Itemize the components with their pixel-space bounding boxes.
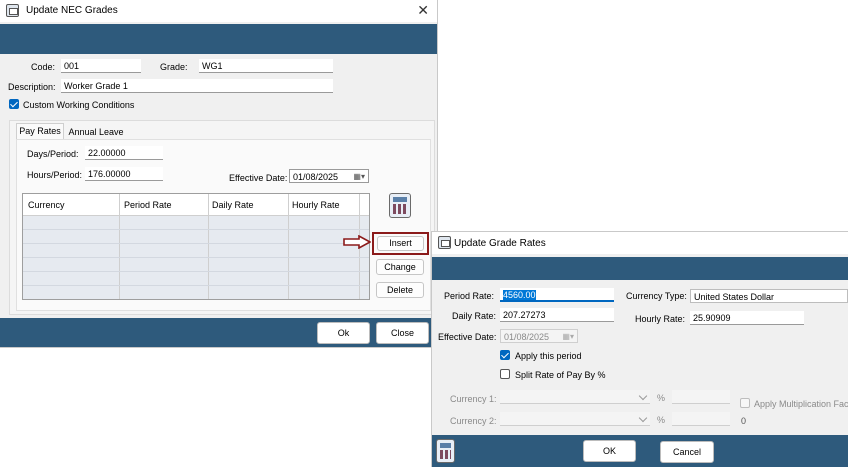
apply-this-period-label: Apply this period: [515, 351, 582, 361]
grade-label: Grade:: [160, 62, 188, 72]
apply-multiplication-label: Apply Multiplication Facto: [754, 399, 848, 409]
calculator-icon[interactable]: [436, 439, 455, 463]
currency-type-label: Currency Type:: [626, 291, 687, 301]
code-field[interactable]: 001: [61, 59, 141, 73]
app-icon: [6, 4, 19, 17]
chevron-down-icon: [638, 391, 648, 401]
period-rate-field[interactable]: 4560.00: [500, 288, 614, 302]
period-rate-value: 4560.00: [503, 290, 536, 300]
currency-2-select: [500, 412, 650, 426]
code-label: Code:: [31, 62, 56, 72]
days-period-label: Days/Period:: [27, 149, 79, 159]
effective-date-label: Effective Date:: [438, 332, 497, 342]
currency-2-percent: %: [657, 415, 666, 425]
column-currency[interactable]: Currency: [28, 200, 65, 210]
pay-rates-grid: Currency Period Rate Daily Rate Hourly R…: [22, 193, 370, 300]
currency-2-percent-field: [672, 412, 730, 426]
multiplication-value: 0: [741, 416, 747, 426]
header-band: [0, 24, 437, 54]
tab-annual-leave[interactable]: Annual Leave: [66, 126, 126, 139]
grid-rows: [23, 216, 369, 299]
apply-multiplication-checkbox: [740, 398, 750, 408]
calculator-icon[interactable]: [389, 193, 411, 218]
calendar-dropdown-icon: ▦▾: [562, 332, 574, 341]
ok-button[interactable]: Ok: [317, 322, 370, 344]
currency-type-select[interactable]: United States Dollar: [690, 289, 848, 303]
daily-rate-label: Daily Rate:: [452, 311, 497, 321]
currency-1-percent: %: [657, 393, 666, 403]
delete-button[interactable]: Delete: [376, 282, 424, 298]
close-button[interactable]: Close: [376, 322, 429, 344]
effective-date-value: 01/08/2025: [504, 332, 550, 342]
currency-1-label: Currency 1:: [450, 394, 497, 404]
effective-date-picker[interactable]: 01/08/2025 ▦▾: [289, 169, 369, 183]
close-icon[interactable]: ✕: [417, 2, 429, 19]
description-field[interactable]: Worker Grade 1: [61, 79, 333, 93]
period-rate-label: Period Rate:: [444, 291, 495, 301]
column-hourly-rate[interactable]: Hourly Rate: [292, 200, 340, 210]
ok-button[interactable]: OK: [583, 440, 636, 462]
daily-rate-field[interactable]: 207.27273: [500, 308, 614, 322]
highlight-arrow-icon: [343, 234, 372, 250]
currency-2-label: Currency 2:: [450, 416, 497, 426]
window-title: Update Grade Rates: [454, 238, 546, 249]
title-bar: Update Grade Rates: [432, 232, 848, 254]
tab-pay-rates[interactable]: Pay Rates: [16, 123, 64, 139]
grade-field[interactable]: WG1: [199, 59, 333, 73]
column-period-rate[interactable]: Period Rate: [124, 200, 172, 210]
window-title: Update NEC Grades: [26, 5, 118, 16]
app-icon: [438, 236, 451, 249]
split-rate-label: Split Rate of Pay By %: [515, 370, 606, 380]
title-bar: Update NEC Grades ✕: [0, 0, 437, 22]
update-nec-grades-window: Update NEC Grades ✕ Code: 001 Grade: WG1…: [0, 0, 437, 347]
hours-period-field[interactable]: 176.00000: [85, 167, 163, 181]
currency-1-select: [500, 390, 650, 404]
hourly-rate-field[interactable]: 25.90909: [690, 311, 804, 325]
footer-band: [0, 318, 437, 347]
cancel-button[interactable]: Cancel: [660, 441, 714, 463]
currency-1-percent-field: [672, 390, 730, 404]
apply-this-period-checkbox[interactable]: [500, 350, 510, 360]
description-label: Description:: [8, 82, 56, 92]
split-rate-checkbox[interactable]: [500, 369, 510, 379]
chevron-down-icon: [638, 413, 648, 423]
hourly-rate-label: Hourly Rate:: [635, 314, 686, 324]
effective-date-picker: 01/08/2025 ▦▾: [500, 329, 578, 343]
update-grade-rates-window: Update Grade Rates Period Rate: 4560.00 …: [432, 232, 848, 467]
calendar-dropdown-icon[interactable]: ▦▾: [353, 171, 365, 182]
hours-period-label: Hours/Period:: [27, 170, 83, 180]
footer-band: [432, 435, 848, 467]
column-daily-rate[interactable]: Daily Rate: [212, 200, 254, 210]
insert-button[interactable]: Insert: [377, 236, 424, 251]
effective-date-label: Effective Date:: [229, 173, 288, 183]
days-period-field[interactable]: 22.00000: [85, 146, 163, 160]
effective-date-value: 01/08/2025: [293, 172, 339, 182]
change-button[interactable]: Change: [376, 259, 424, 275]
header-band: [432, 257, 848, 280]
custom-working-conditions-checkbox[interactable]: [9, 99, 19, 109]
custom-working-conditions-label: Custom Working Conditions: [23, 100, 135, 110]
